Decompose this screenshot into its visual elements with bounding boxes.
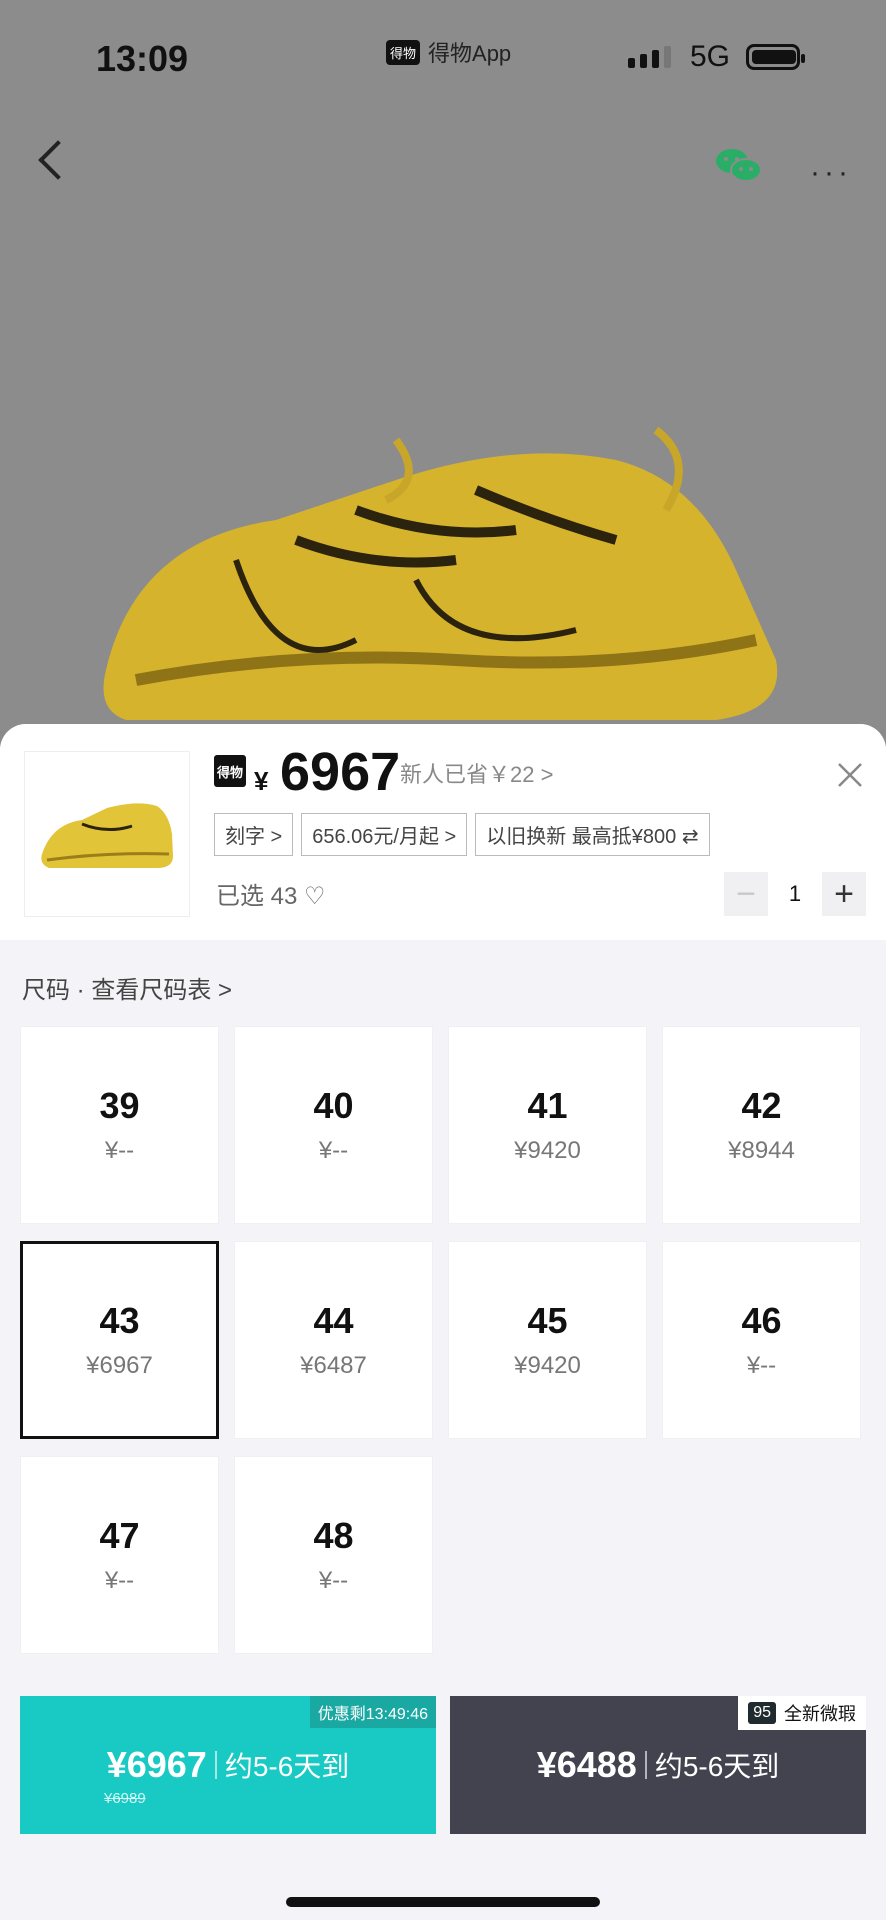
trade-in-tag[interactable]: 以旧换新 最高抵¥800 ⇄ xyxy=(475,813,710,856)
decrease-quantity-button[interactable]: − xyxy=(724,872,768,916)
size-option-39[interactable]: 39 ¥-- xyxy=(20,1026,219,1224)
currency-symbol: ¥ xyxy=(254,766,269,796)
brand-logo-icon: 得物 xyxy=(214,755,246,787)
battery-icon xyxy=(746,44,805,70)
buy-now-button[interactable]: 优惠剩13:49:46 ¥6967 约5-6天到 ¥6989 xyxy=(20,1696,436,1834)
size-option-40[interactable]: 40 ¥-- xyxy=(234,1026,433,1224)
size-grid: 39 ¥-- 40 ¥-- 41 ¥9420 42 ¥8944 43 ¥6967 44 ¥6… xyxy=(20,1026,866,1654)
shoe-thumbnail-image xyxy=(41,803,173,868)
original-price: ¥6989 xyxy=(104,1790,146,1807)
quantity-stepper: − 1 + xyxy=(724,872,866,916)
new-user-savings[interactable]: 新人已省￥22 > xyxy=(400,757,553,789)
more-icon[interactable]: ··· xyxy=(810,156,852,190)
signal-icon xyxy=(628,46,671,68)
buy-95-button[interactable]: 95 全新微瑕 ¥6488 约5-6天到 xyxy=(450,1696,866,1834)
purchase-bar: 优惠剩13:49:46 ¥6967 约5-6天到 ¥6989 95 全新微瑕 ¥… xyxy=(20,1696,866,1834)
buy-95-price: ¥6488 xyxy=(536,1744,637,1785)
status-bar: 13:09 得物 得物App 5G xyxy=(0,0,886,120)
new-slight-defect-badge: 95 全新微瑕 xyxy=(738,1696,866,1730)
buy-95-delivery-time: 约5-6天到 xyxy=(654,1751,780,1782)
close-icon[interactable] xyxy=(836,761,864,789)
sku-panel: 得物 ¥ 6967 新人已省￥22 > 刻字 > 656.06元/月起 > 以旧… xyxy=(0,724,886,1920)
wechat-icon[interactable] xyxy=(714,146,764,186)
size-option-44[interactable]: 44 ¥6487 xyxy=(234,1241,433,1439)
installment-tag[interactable]: 656.06元/月起 > xyxy=(301,813,468,856)
status-time: 13:09 xyxy=(96,38,189,79)
size-option-46[interactable]: 46 ¥-- xyxy=(662,1241,861,1439)
product-summary: 得物 ¥ 6967 新人已省￥22 > 刻字 > 656.06元/月起 > 以旧… xyxy=(0,724,886,940)
promo-countdown: 优惠剩13:49:46 xyxy=(309,1696,436,1728)
app-title-text: 得物App xyxy=(428,41,512,66)
home-indicator xyxy=(286,1897,600,1907)
increase-quantity-button[interactable]: + xyxy=(822,872,866,916)
product-thumbnail xyxy=(24,751,190,917)
size-option-42[interactable]: 42 ¥8944 xyxy=(662,1026,861,1224)
engraving-tag[interactable]: 刻字 > xyxy=(214,813,294,856)
status-app-title: 得物 得物App xyxy=(386,36,511,68)
badge-95-icon: 95 xyxy=(748,1702,776,1724)
size-option-45[interactable]: 45 ¥9420 xyxy=(448,1241,647,1439)
product-price: 6967 xyxy=(280,742,401,802)
size-option-48[interactable]: 48 ¥-- xyxy=(234,1456,433,1654)
size-option-41[interactable]: 41 ¥9420 xyxy=(448,1026,647,1224)
size-option-47[interactable]: 47 ¥-- xyxy=(20,1456,219,1654)
buy-delivery-time: 约5-6天到 xyxy=(224,1751,350,1782)
service-tags: 刻字 > 656.06元/月起 > 以旧换新 最高抵¥800 ⇄ xyxy=(214,813,710,856)
buy-price: ¥6967 xyxy=(106,1744,207,1785)
app-logo-icon: 得物 xyxy=(386,39,421,65)
quantity-value: 1 xyxy=(788,881,802,906)
network-label: 5G xyxy=(690,40,731,73)
selected-size-info: 已选 43 ♡ xyxy=(216,883,326,910)
size-option-43[interactable]: 43 ¥6967 xyxy=(20,1241,219,1439)
size-chart-link[interactable]: 尺码 · 查看尺码表 > xyxy=(22,970,232,1005)
shoe-image xyxy=(103,426,778,720)
